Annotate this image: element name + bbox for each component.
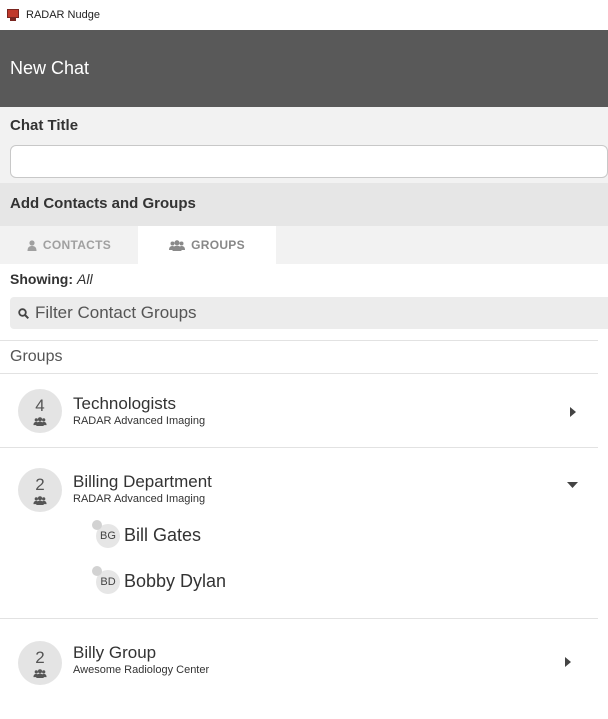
member-name: Bill Gates xyxy=(124,524,202,545)
expand-arrow-icon[interactable] xyxy=(570,407,576,417)
group-name: Billy Group xyxy=(73,643,157,662)
search-icon xyxy=(18,307,29,319)
chat-title-input[interactable] xyxy=(10,145,608,178)
group-member[interactable]: BD Bobby Dylan xyxy=(92,566,226,594)
users-icon xyxy=(169,239,186,251)
chat-title-section: Chat Title xyxy=(0,107,608,183)
tab-groups[interactable]: GROUPS xyxy=(138,226,276,264)
tab-contacts-label: CONTACTS xyxy=(42,238,112,252)
group-row-technologists[interactable]: 4 Technologists RADAR Advanced Imaging xyxy=(0,374,598,448)
tab-bar: CONTACTS GROUPS xyxy=(0,226,608,264)
showing-value[interactable]: All xyxy=(77,271,93,287)
group-member[interactable]: BG Bill Gates xyxy=(92,520,201,548)
users-icon xyxy=(33,416,47,426)
presence-indicator xyxy=(92,520,102,530)
page-title: New Chat xyxy=(10,58,90,78)
showing-label: Showing: xyxy=(10,271,73,287)
group-row-billy-group[interactable]: 2 Billy Group Awesome Radiology Center xyxy=(0,619,598,694)
member-count: 2 xyxy=(35,474,45,494)
collapse-arrow-icon[interactable] xyxy=(567,482,578,488)
member-count: 2 xyxy=(35,647,45,667)
group-organization: RADAR Advanced Imaging xyxy=(73,415,206,427)
add-contacts-label: Add Contacts and Groups xyxy=(10,195,196,212)
window-title: RADAR Nudge xyxy=(26,9,100,21)
chat-title-label: Chat Title xyxy=(10,117,79,134)
users-icon xyxy=(33,668,47,678)
groups-list-header: Groups xyxy=(0,340,598,374)
group-name: Billing Department xyxy=(73,472,212,491)
tab-contacts[interactable]: CONTACTS xyxy=(0,226,138,264)
expand-arrow-icon[interactable] xyxy=(565,657,571,667)
tab-groups-label: GROUPS xyxy=(191,238,245,252)
group-organization: Awesome Radiology Center xyxy=(73,664,210,676)
filter-groups-input[interactable]: Filter Contact Groups xyxy=(10,297,608,329)
member-name: Bobby Dylan xyxy=(124,570,227,591)
group-name: Technologists xyxy=(73,394,177,413)
user-icon xyxy=(27,239,37,251)
filter-placeholder: Filter Contact Groups xyxy=(35,303,197,322)
member-count-badge: 2 xyxy=(18,641,62,685)
member-count: 4 xyxy=(35,395,45,415)
users-icon xyxy=(33,495,47,505)
page-header: New Chat xyxy=(0,30,608,107)
member-count-badge: 4 xyxy=(18,389,62,433)
member-count-badge: 2 xyxy=(18,468,62,512)
app-logo-icon xyxy=(6,8,20,22)
group-row-billing-department[interactable]: 2 Billing Department RADAR Advanced Imag… xyxy=(0,448,598,619)
group-organization: RADAR Advanced Imaging xyxy=(73,493,206,505)
showing-filter-status: Showing: All xyxy=(0,264,608,294)
presence-indicator xyxy=(92,566,102,576)
add-contacts-section: Add Contacts and Groups xyxy=(0,183,608,226)
window-titlebar: RADAR Nudge xyxy=(0,0,608,30)
